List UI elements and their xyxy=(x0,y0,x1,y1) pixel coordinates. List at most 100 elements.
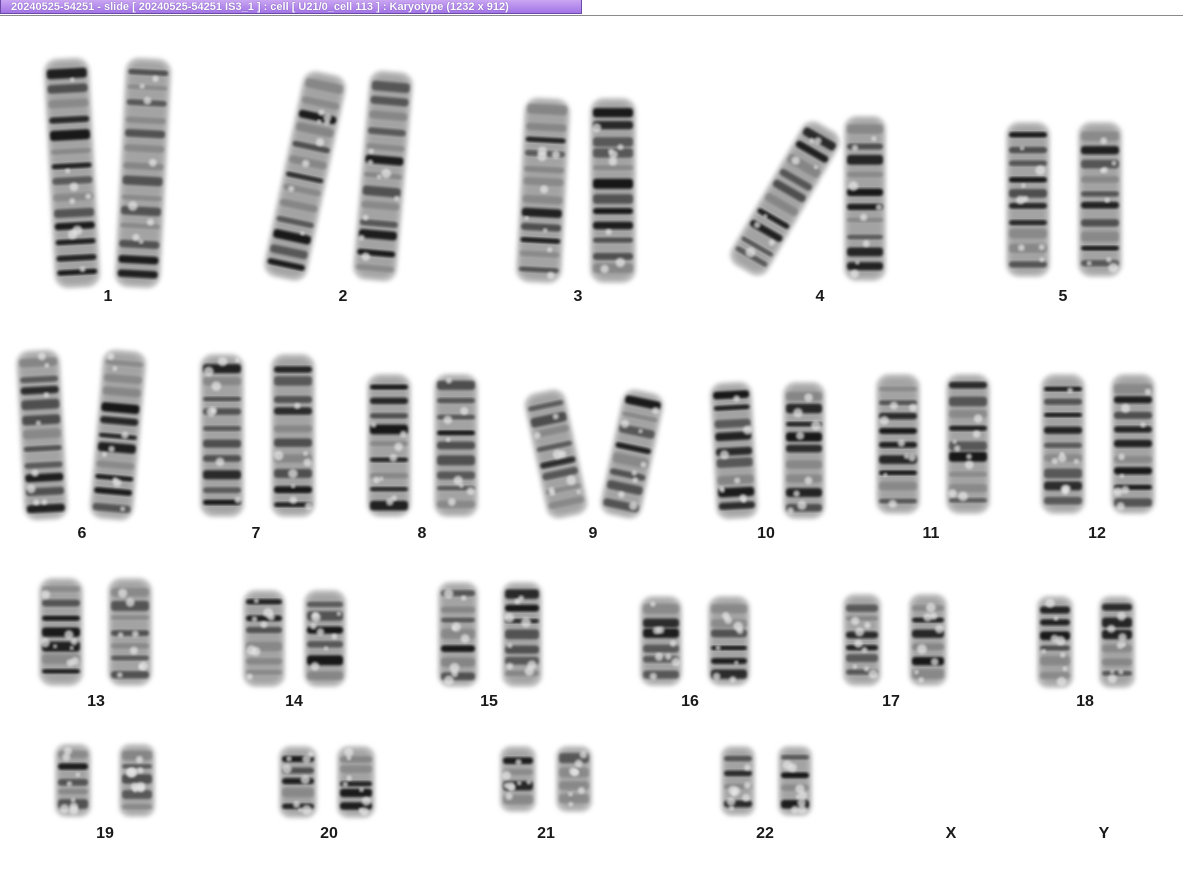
chromatid-speckle xyxy=(854,627,865,637)
chromatid-speckle xyxy=(958,491,968,502)
chromatid-speckle xyxy=(1140,422,1146,428)
chromatid-speckle xyxy=(359,787,364,793)
chromosome-4-left xyxy=(730,121,840,276)
chromatid-speckle xyxy=(851,616,860,626)
chromatid-speckle xyxy=(70,638,78,646)
chromatid-speckle xyxy=(1120,403,1131,413)
window-title-tab[interactable]: 20240525-54251 - slide [ 20240525-54251 … xyxy=(0,0,582,14)
chromosome-band xyxy=(879,386,917,392)
chromatid-speckle xyxy=(514,598,521,605)
chromosome-band xyxy=(1114,396,1152,404)
chromatid-speckle xyxy=(135,755,144,764)
chromatid-speckle xyxy=(1039,257,1045,263)
chromatid-speckle xyxy=(1056,676,1067,687)
chromatid-speckle xyxy=(41,590,51,599)
chromosome-14-left xyxy=(243,590,285,687)
chromosome-band xyxy=(22,414,61,426)
chromosome-20-right xyxy=(337,746,375,818)
chromosome-5-right xyxy=(1078,122,1122,277)
chromatid-speckle xyxy=(301,804,312,815)
chromatid-speckle xyxy=(445,377,452,384)
chromosome-band xyxy=(1044,468,1082,479)
chromatid-speckle xyxy=(394,442,403,452)
chromatid-speckle xyxy=(302,754,311,764)
chromosome-label-4: 4 xyxy=(815,288,825,305)
chromosome-19-left xyxy=(55,744,91,817)
chromatid-speckle xyxy=(1116,502,1125,511)
chromatid-speckle xyxy=(863,666,870,672)
chromatid-speckle xyxy=(505,792,513,801)
chromatid-speckle xyxy=(303,458,312,467)
chromosome-label-6: 6 xyxy=(77,525,87,542)
chromosome-band xyxy=(1114,439,1152,448)
chromosome-band xyxy=(847,171,883,178)
chromosome-11-right xyxy=(946,374,990,514)
chromosome-label-3: 3 xyxy=(573,288,583,305)
chromosome-label-17: 17 xyxy=(882,693,900,710)
chromosome-band xyxy=(1009,202,1047,209)
chromatid-speckle xyxy=(1116,641,1124,649)
chromatid-speckle xyxy=(605,228,612,236)
chromatid-speckle xyxy=(926,602,936,613)
chromatid-speckle xyxy=(1118,669,1124,675)
chromosome-band xyxy=(505,629,539,640)
chromosome-band xyxy=(370,397,408,405)
chromosome-12-left xyxy=(1041,374,1085,514)
chromatid-speckle xyxy=(729,676,737,683)
chromatid-speckle xyxy=(1041,649,1046,654)
chromatid-speckle xyxy=(1067,387,1073,394)
chromosome-label-11: 11 xyxy=(922,525,940,542)
chromatid-speckle xyxy=(323,646,329,651)
chromosome-label-X: X xyxy=(945,825,957,842)
chromatid-speckle xyxy=(1110,669,1115,674)
chromosome-8-right xyxy=(434,374,478,517)
chromatid-speckle xyxy=(797,500,807,511)
chromosome-1-left xyxy=(43,57,101,289)
chromatid-speckle xyxy=(966,453,972,460)
chromosome-band xyxy=(1102,671,1132,676)
chromosome-17-right xyxy=(909,594,947,686)
chromatid-speckle xyxy=(116,672,123,678)
chromatid-speckle xyxy=(935,624,944,634)
chromatid-speckle xyxy=(370,422,377,428)
chromosome-band xyxy=(246,658,282,665)
chromatid-speckle xyxy=(358,807,363,812)
chromosome-band xyxy=(1114,411,1152,419)
chromatid-speckle xyxy=(304,502,313,510)
chromatid-speckle xyxy=(361,796,371,806)
chromosome-9-left xyxy=(524,389,588,519)
chromatid-speckle xyxy=(75,772,81,777)
chromosome-band xyxy=(1114,467,1152,475)
chromatid-speckle xyxy=(734,660,739,665)
chromosome-band xyxy=(203,377,241,386)
chromatid-speckle xyxy=(1073,458,1079,465)
chromosome-7-right xyxy=(271,354,315,517)
chromosome-band xyxy=(441,617,475,623)
window-title-bar: 20240525-54251 - slide [ 20240525-54251 … xyxy=(0,0,1183,16)
chromatid-speckle xyxy=(787,507,794,514)
chromosome-band xyxy=(847,234,883,240)
chromosome-band xyxy=(1040,672,1070,679)
chromatid-speckle xyxy=(795,431,805,440)
chromosome-band xyxy=(643,603,679,614)
chromosome-band xyxy=(593,221,633,230)
chromatid-speckle xyxy=(117,632,124,638)
chromatid-speckle xyxy=(40,638,50,648)
chromatid-speckle xyxy=(1017,244,1025,252)
chromatid-speckle xyxy=(1118,633,1127,642)
karyotype-image xyxy=(16,57,1155,818)
chromosome-band xyxy=(1009,147,1047,154)
chromatid-speckle xyxy=(344,747,354,757)
chromosome-label-14: 14 xyxy=(285,693,303,710)
chromatid-speckle xyxy=(290,484,296,489)
chromosome-21-left xyxy=(500,746,536,812)
chromosome-label-22: 22 xyxy=(756,825,774,842)
chromosome-band xyxy=(643,670,679,679)
chromosome-3-right xyxy=(590,98,636,283)
chromatid-speckle xyxy=(1016,195,1025,205)
chromatid-speckle xyxy=(1061,487,1069,495)
chromatid-speckle xyxy=(506,662,514,670)
chromosome-label-2: 2 xyxy=(338,288,348,305)
chromatid-speckle xyxy=(864,622,871,629)
chromatid-speckle xyxy=(298,807,303,812)
